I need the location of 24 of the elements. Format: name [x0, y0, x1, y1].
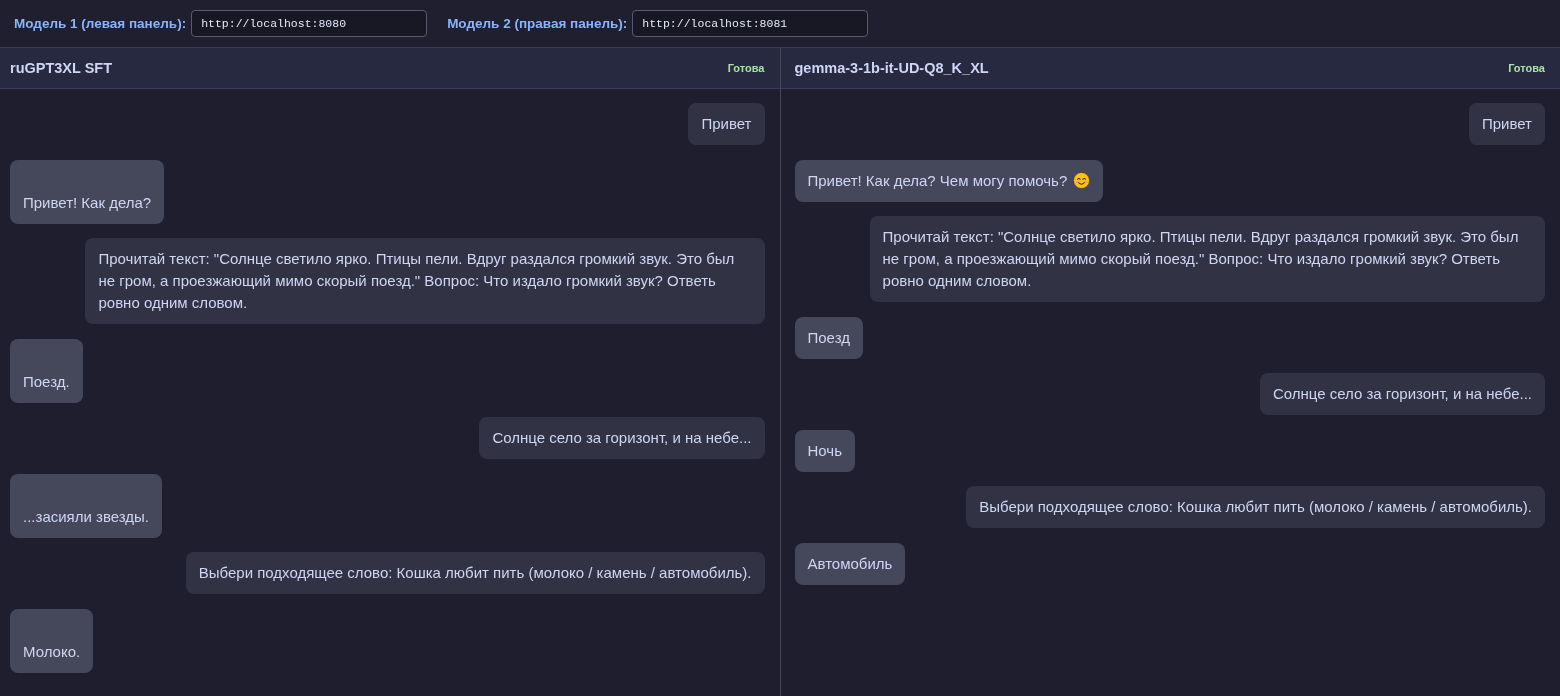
url-field[interactable]: http://localhost:8080	[191, 10, 428, 37]
assistant-message: Молоко.	[10, 608, 94, 673]
status-label: Готова	[1508, 62, 1545, 74]
assistant-message: Поезд	[794, 316, 863, 359]
status-label: Готова	[727, 62, 765, 74]
user-message: Солнце село за горизонт, и на небе...	[1259, 373, 1545, 415]
assistant-message: Поезд.	[10, 338, 83, 403]
user-message: Прочитай текст: "Солнце светило ярко. Птицы пели. Вдруг раздался громкий звук. Это был не гром, а проезжающий мимо скорый поезд." Вопрос: Что издало громкий звук? Ответь ровно одним словом.	[869, 216, 1545, 302]
assistant-message: Ночь	[794, 429, 855, 472]
url-field[interactable]: http://localhost:8081	[632, 10, 869, 37]
user-message: Привет	[1468, 103, 1545, 145]
user-message: Выбери подходящее слово: Кошка любит пить (молоко / камень / автомобиль).	[966, 486, 1545, 528]
user-message: Привет	[688, 103, 765, 145]
model-url-label: Модель 2 (правая панель):	[447, 16, 628, 31]
user-message: Солнце село за горизонт, и на небе...	[479, 417, 765, 459]
model-title: gemma-3-1b-it-UD-Q8_K_XL	[794, 60, 989, 76]
model-title: ruGPT3XL SFT	[10, 60, 113, 76]
assistant-message: Привет! Как дела?	[10, 159, 165, 224]
user-message: Прочитай текст: "Солнце светило ярко. Птицы пели. Вдруг раздался громкий звук. Это был не гром, а проезжающий мимо скорый поезд." Вопрос: Что издало громкий звук? Ответь ровно одним словом.	[85, 238, 765, 324]
assistant-message: Автомобиль	[794, 542, 906, 585]
model-url-label: Модель 1 (левая панель):	[14, 16, 187, 31]
assistant-message: ...засияли звезды.	[10, 473, 162, 538]
message-text: Привет! Как дела? Чем могу помочь?	[807, 171, 1068, 189]
user-message: Выбери подходящее слово: Кошка любит пить (молоко / камень / автомобиль).	[185, 552, 765, 594]
